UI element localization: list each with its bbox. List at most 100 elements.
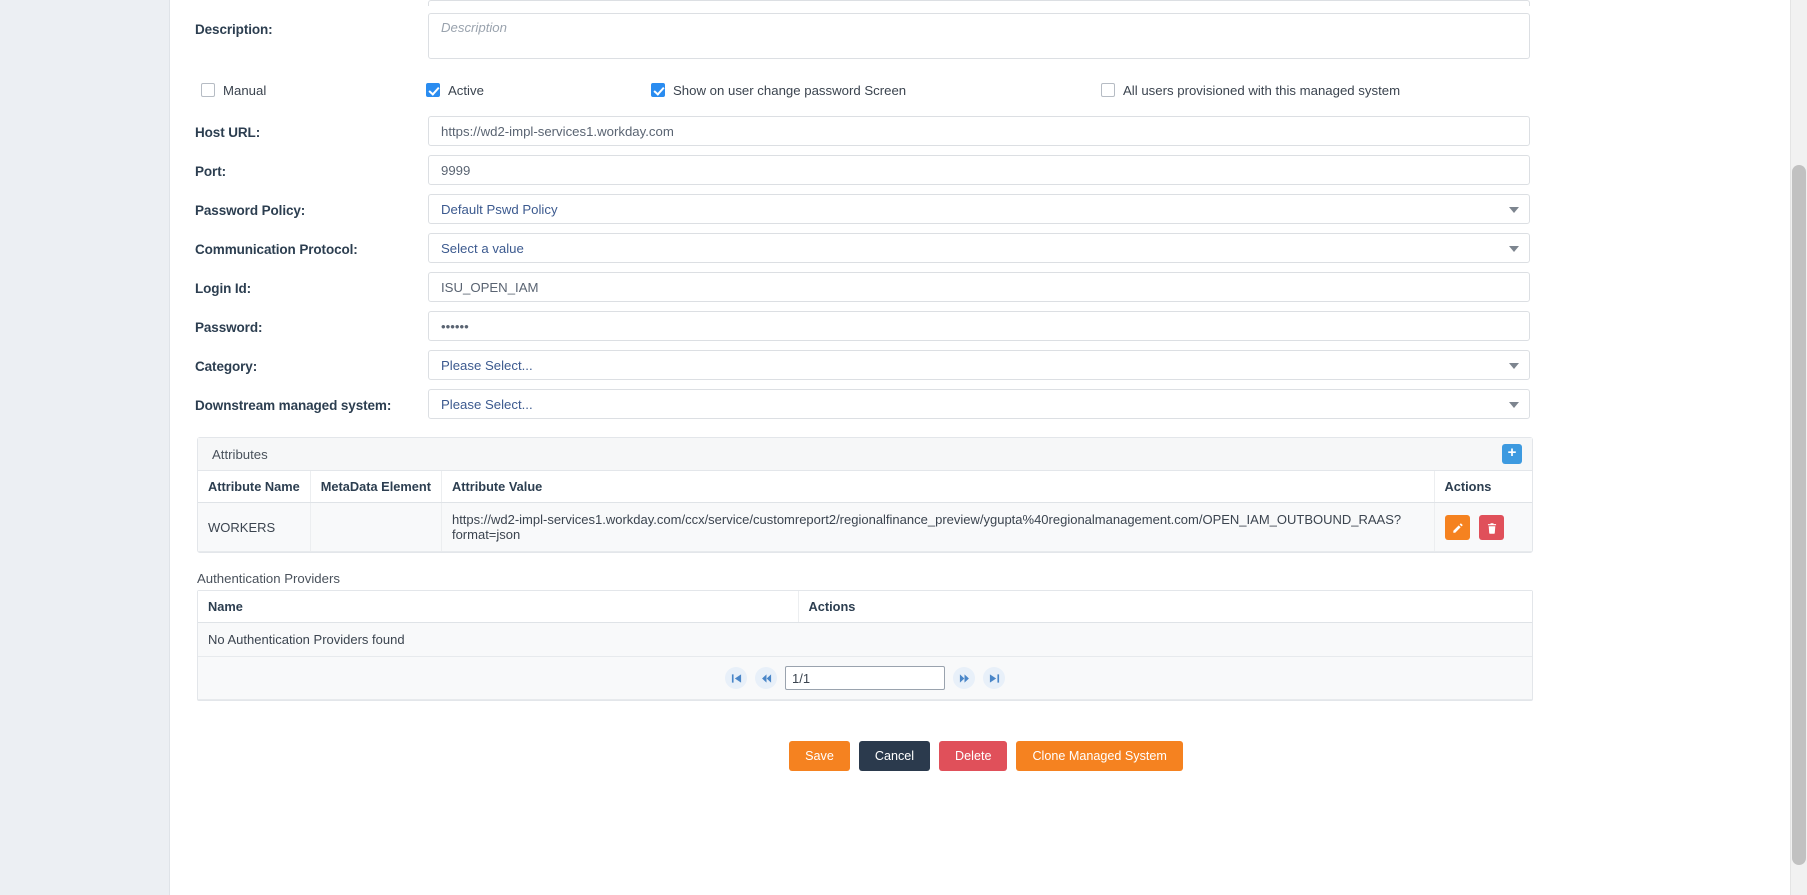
last-page-icon[interactable] bbox=[983, 667, 1005, 689]
login-id-label: Login Id: bbox=[195, 281, 252, 296]
first-page-icon[interactable] bbox=[725, 667, 747, 689]
attributes-table-body: WORKERS https://wd2-impl-services1.workd… bbox=[198, 502, 1532, 552]
checkbox-manual[interactable]: Manual bbox=[201, 83, 426, 98]
checkbox-show-on-change-password-label: Show on user change password Screen bbox=[673, 82, 907, 98]
clone-managed-system-button[interactable]: Clone Managed System bbox=[1016, 741, 1183, 771]
left-sidebar bbox=[0, 0, 170, 895]
auth-providers-table-body: No Authentication Providers found bbox=[198, 622, 1532, 700]
communication-protocol-label: Communication Protocol: bbox=[195, 242, 358, 257]
checkbox-show-on-change-password[interactable]: Show on user change password Screen bbox=[651, 83, 1101, 98]
downstream-managed-system-select[interactable]: Please Select... bbox=[428, 389, 1530, 419]
port-row: Port: bbox=[195, 155, 1777, 185]
password-policy-wrap: Default Pswd Policy bbox=[428, 194, 1530, 224]
password-policy-row: Password Policy: Default Pswd Policy bbox=[195, 194, 1777, 224]
category-select[interactable]: Please Select... bbox=[428, 350, 1530, 380]
attribute-metadata-cell bbox=[310, 502, 442, 552]
password-policy-select[interactable]: Default Pswd Policy bbox=[428, 194, 1530, 224]
password-label: Password: bbox=[195, 320, 263, 335]
auth-providers-empty-row: No Authentication Providers found bbox=[198, 622, 1532, 657]
category-value: Please Select... bbox=[441, 357, 533, 373]
checkbox-active-label: Active bbox=[448, 82, 484, 98]
form-action-buttons: Save Cancel Delete Clone Managed System bbox=[195, 741, 1777, 771]
delete-icon[interactable] bbox=[1479, 514, 1505, 540]
communication-protocol-wrap: Select a value bbox=[428, 233, 1530, 263]
host-url-row: Host URL: bbox=[195, 116, 1777, 146]
login-id-wrap bbox=[428, 272, 1530, 302]
description-textarea[interactable] bbox=[428, 13, 1530, 59]
downstream-managed-system-value: Please Select... bbox=[441, 396, 533, 412]
description-wrap bbox=[428, 13, 1530, 64]
page-root: Description: Manual Active Show on user … bbox=[0, 0, 1807, 895]
host-url-input[interactable] bbox=[428, 116, 1530, 146]
partial-input-wrap bbox=[428, 0, 1530, 6]
checkbox-active[interactable]: Active bbox=[426, 83, 651, 98]
downstream-managed-system-wrap: Please Select... bbox=[428, 389, 1530, 419]
auth-providers-label: Authentication Providers bbox=[197, 571, 340, 586]
communication-protocol-row: Communication Protocol: Select a value bbox=[195, 233, 1777, 263]
auth-providers-col-actions: Actions bbox=[798, 591, 1532, 623]
chevron-down-icon bbox=[1509, 246, 1519, 252]
password-policy-value: Default Pswd Policy bbox=[441, 201, 558, 217]
attributes-panel: Attributes + Attribute Name MetaData Ele… bbox=[197, 437, 1533, 553]
page-number-input[interactable] bbox=[785, 666, 945, 690]
password-wrap bbox=[428, 311, 1530, 341]
vertical-scrollbar[interactable] bbox=[1790, 0, 1807, 895]
scrollbar-thumb[interactable] bbox=[1792, 165, 1806, 865]
attributes-col-value: Attribute Value bbox=[441, 471, 1435, 503]
next-page-icon[interactable] bbox=[953, 667, 975, 689]
checkbox-active-box[interactable] bbox=[426, 83, 440, 97]
category-wrap: Please Select... bbox=[428, 350, 1530, 380]
checkbox-all-users-provisioned[interactable]: All users provisioned with this managed … bbox=[1101, 83, 1400, 98]
category-label: Category: bbox=[195, 359, 258, 374]
category-row: Category: Please Select... bbox=[195, 350, 1777, 380]
checkbox-show-on-change-password-box[interactable] bbox=[651, 83, 665, 97]
pagination-controls bbox=[208, 666, 1522, 690]
attributes-col-name: Attribute Name bbox=[198, 471, 311, 503]
password-policy-label: Password Policy: bbox=[195, 203, 306, 218]
partial-field-row bbox=[195, 0, 1777, 9]
options-checkbox-row: Manual Active Show on user change passwo… bbox=[195, 80, 1777, 100]
login-id-row: Login Id: bbox=[195, 272, 1777, 302]
add-attribute-icon[interactable]: + bbox=[1502, 444, 1522, 464]
description-label: Description: bbox=[195, 22, 273, 37]
auth-providers-table: Name Actions No Authentication Providers… bbox=[198, 591, 1532, 700]
host-url-label: Host URL: bbox=[195, 125, 261, 140]
main-content: Description: Manual Active Show on user … bbox=[170, 0, 1807, 895]
communication-protocol-select[interactable]: Select a value bbox=[428, 233, 1530, 263]
password-input[interactable] bbox=[428, 311, 1530, 341]
save-button[interactable]: Save bbox=[789, 741, 850, 771]
checkbox-manual-label: Manual bbox=[223, 82, 267, 98]
attributes-table: Attribute Name MetaData Element Attribut… bbox=[198, 471, 1532, 552]
auth-providers-table-head: Name Actions bbox=[198, 591, 1532, 623]
chevron-down-icon bbox=[1509, 207, 1519, 213]
port-input[interactable] bbox=[428, 155, 1530, 185]
login-id-input[interactable] bbox=[428, 272, 1530, 302]
chevron-down-icon bbox=[1509, 402, 1519, 408]
auth-providers-table-wrap: Name Actions No Authentication Providers… bbox=[197, 590, 1533, 701]
delete-button[interactable]: Delete bbox=[939, 741, 1008, 771]
description-row: Description: bbox=[195, 13, 1777, 64]
attributes-panel-header: Attributes + bbox=[198, 438, 1532, 471]
auth-providers-pager-row bbox=[198, 656, 1532, 700]
checkbox-all-users-provisioned-label: All users provisioned with this managed … bbox=[1123, 82, 1401, 98]
attribute-value-cell: https://wd2-impl-services1.workday.com/c… bbox=[441, 502, 1435, 552]
attributes-table-head: Attribute Name MetaData Element Attribut… bbox=[198, 471, 1532, 503]
partial-input-top bbox=[428, 0, 1530, 6]
checkbox-all-users-provisioned-box[interactable] bbox=[1101, 83, 1115, 97]
attribute-name-cell: WORKERS bbox=[198, 502, 311, 552]
host-url-wrap bbox=[428, 116, 1530, 146]
checkbox-manual-box[interactable] bbox=[201, 83, 215, 97]
port-label: Port: bbox=[195, 164, 226, 179]
auth-providers-header-row: Name Actions bbox=[198, 591, 1532, 623]
downstream-managed-system-row: Downstream managed system: Please Select… bbox=[195, 389, 1777, 419]
edit-icon[interactable] bbox=[1444, 514, 1470, 540]
previous-page-icon[interactable] bbox=[755, 667, 777, 689]
auth-providers-pager-cell bbox=[198, 656, 1532, 700]
attributes-col-actions: Actions bbox=[1434, 471, 1532, 503]
password-row: Password: bbox=[195, 311, 1777, 341]
chevron-down-icon bbox=[1509, 363, 1519, 369]
spacer-label bbox=[195, 0, 428, 9]
cancel-button[interactable]: Cancel bbox=[858, 741, 931, 771]
port-wrap bbox=[428, 155, 1530, 185]
attributes-header-row: Attribute Name MetaData Element Attribut… bbox=[198, 471, 1532, 503]
